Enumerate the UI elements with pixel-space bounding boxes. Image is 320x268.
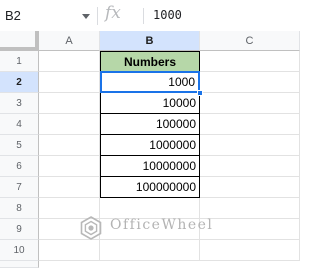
- row-header-8[interactable]: 8: [0, 198, 39, 219]
- row-header-10[interactable]: 10: [0, 240, 39, 261]
- cell-b10[interactable]: [100, 240, 200, 261]
- row-header-5[interactable]: 5: [0, 135, 39, 156]
- fill-handle[interactable]: [197, 90, 203, 96]
- formula-bar-divider: [97, 7, 98, 25]
- row-header-11: [0, 261, 39, 268]
- row-header-2[interactable]: 2: [0, 72, 39, 93]
- cell-b5[interactable]: 1000000: [100, 135, 200, 156]
- cell-a7[interactable]: [39, 177, 100, 198]
- cell-b4[interactable]: 100000: [100, 114, 200, 135]
- cell-b1-header[interactable]: Numbers: [100, 51, 200, 72]
- cell-c3[interactable]: [200, 93, 300, 114]
- cell-a2[interactable]: [39, 72, 100, 93]
- cell-c10[interactable]: [200, 240, 300, 261]
- cell-a6[interactable]: [39, 156, 100, 177]
- column-header-a[interactable]: A: [39, 31, 100, 51]
- row-header-1[interactable]: 1: [0, 51, 39, 72]
- formula-input[interactable]: 1000: [153, 8, 182, 22]
- fx-icon: fx: [105, 3, 121, 23]
- cell-a10[interactable]: [39, 240, 100, 261]
- row-header-7[interactable]: 7: [0, 177, 39, 198]
- cell-a1[interactable]: [39, 51, 100, 72]
- cell-b2-selected[interactable]: 1000: [100, 71, 200, 93]
- cell-c4[interactable]: [200, 114, 300, 135]
- watermark: OfficeWheel: [78, 213, 228, 241]
- column-header-c[interactable]: C: [200, 31, 300, 51]
- row-header-9[interactable]: 9: [0, 219, 39, 240]
- cell-b3[interactable]: 10000: [100, 93, 200, 114]
- cell-a4[interactable]: [39, 114, 100, 135]
- watermark-text: OfficeWheel: [110, 217, 214, 233]
- cell-a5[interactable]: [39, 135, 100, 156]
- cell-c1[interactable]: [200, 51, 300, 72]
- column-header-b[interactable]: B: [100, 31, 200, 51]
- chevron-down-icon[interactable]: [82, 14, 90, 19]
- cell-a3[interactable]: [39, 93, 100, 114]
- row-header-3[interactable]: 3: [0, 93, 39, 114]
- formula-bar: B2 fx 1000: [0, 0, 300, 32]
- row-header-6[interactable]: 6: [0, 156, 39, 177]
- name-box-value: B2: [5, 8, 21, 23]
- officewheel-logo-icon: [80, 216, 102, 240]
- cell-c2[interactable]: [200, 72, 300, 93]
- spreadsheet-screen: B2 fx 1000 A B C 1 2 3 4 5 6 7 8 9 10 Nu…: [0, 0, 300, 268]
- cell-c5[interactable]: [200, 135, 300, 156]
- row-header-4[interactable]: 4: [0, 114, 39, 135]
- select-all-corner[interactable]: [0, 31, 39, 51]
- name-box[interactable]: B2: [0, 5, 92, 27]
- formula-bar-divider: [143, 8, 144, 24]
- cell-c6[interactable]: [200, 156, 300, 177]
- cell-c7[interactable]: [200, 177, 300, 198]
- cell-b7[interactable]: 100000000: [100, 177, 200, 198]
- cell-b6[interactable]: 10000000: [100, 156, 200, 177]
